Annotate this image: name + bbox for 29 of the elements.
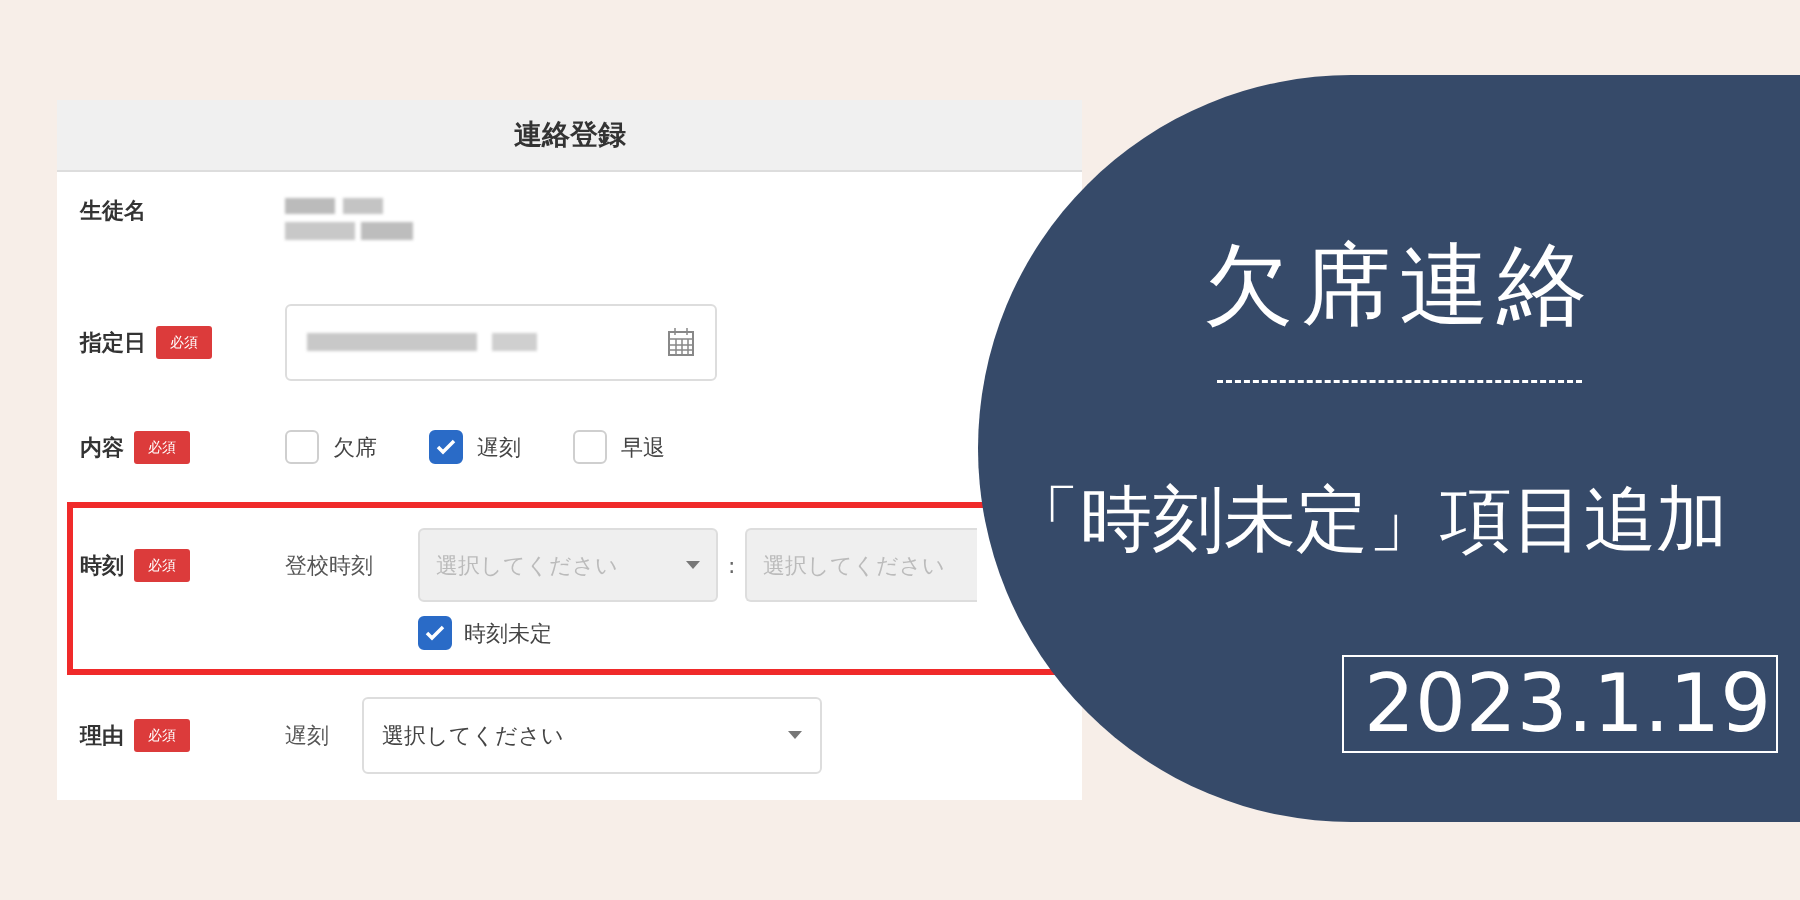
calendar-icon — [667, 327, 695, 357]
option-label: 遅刻 — [477, 433, 521, 462]
required-badge: 必須 — [134, 548, 190, 582]
banner-title: 欠席連絡 — [1203, 240, 1595, 330]
required-badge: 必須 — [134, 718, 190, 752]
checkbox[interactable] — [418, 616, 452, 650]
field-label: 理由 — [80, 721, 124, 750]
option-label: 欠席 — [333, 433, 377, 462]
field-label: 内容 — [80, 433, 124, 462]
date-field[interactable] — [285, 303, 717, 381]
reason-select[interactable]: 選択してください — [362, 696, 822, 774]
field-label: 生徒名 — [80, 197, 146, 225]
caret-icon — [686, 561, 700, 569]
field-label: 時刻 — [80, 551, 124, 580]
option-label: 早退 — [621, 433, 665, 462]
required-badge: 必須 — [134, 430, 190, 464]
form-title: 連絡登録 — [513, 117, 626, 153]
sub-label: 遅刻 — [285, 721, 330, 750]
check-icon — [425, 625, 445, 641]
option-label: 時刻未定 — [464, 619, 552, 648]
date-label: 2023.1.19 — [1342, 655, 1778, 753]
banner-subtitle: 「時刻未定」項目追加 — [1008, 483, 1728, 555]
check-icon — [436, 439, 456, 455]
checkbox[interactable] — [429, 430, 463, 464]
required-badge: 必須 — [156, 325, 212, 359]
time-separator: : — [728, 551, 736, 580]
field-label: 指定日 — [80, 328, 146, 357]
caret-icon — [788, 731, 802, 739]
sub-label: 登校時刻 — [285, 551, 374, 580]
